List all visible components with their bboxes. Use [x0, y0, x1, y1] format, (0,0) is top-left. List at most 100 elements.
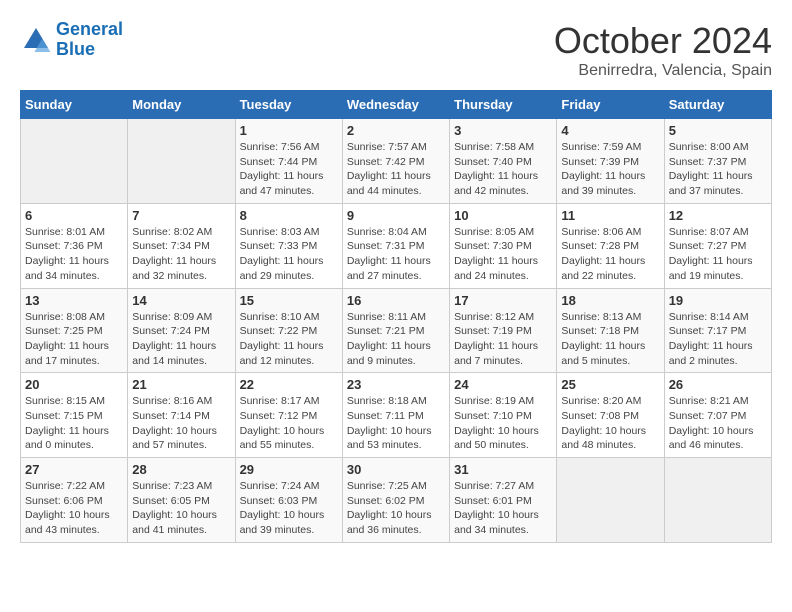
day-number: 15 — [240, 293, 338, 308]
daylight-text: Daylight: 11 hours and 39 minutes. — [561, 170, 645, 197]
sunset-text: Sunset: 7:30 PM — [454, 240, 532, 252]
day-number: 29 — [240, 462, 338, 477]
sunrise-text: Sunrise: 8:07 AM — [669, 226, 749, 238]
sunset-text: Sunset: 6:05 PM — [132, 495, 210, 507]
day-info: Sunrise: 8:14 AM Sunset: 7:17 PM Dayligh… — [669, 310, 767, 369]
day-info: Sunrise: 7:58 AM Sunset: 7:40 PM Dayligh… — [454, 140, 552, 199]
day-number: 19 — [669, 293, 767, 308]
day-info: Sunrise: 8:15 AM Sunset: 7:15 PM Dayligh… — [25, 394, 123, 453]
sunset-text: Sunset: 7:25 PM — [25, 325, 103, 337]
sunrise-text: Sunrise: 8:21 AM — [669, 395, 749, 407]
day-number: 2 — [347, 123, 445, 138]
sunrise-text: Sunrise: 8:10 AM — [240, 311, 320, 323]
sunrise-text: Sunrise: 8:01 AM — [25, 226, 105, 238]
weekday-header-friday: Friday — [557, 91, 664, 119]
calendar-table: SundayMondayTuesdayWednesdayThursdayFrid… — [20, 90, 772, 543]
day-number: 7 — [132, 208, 230, 223]
sunrise-text: Sunrise: 8:18 AM — [347, 395, 427, 407]
sunrise-text: Sunrise: 8:09 AM — [132, 311, 212, 323]
day-info: Sunrise: 8:18 AM Sunset: 7:11 PM Dayligh… — [347, 394, 445, 453]
daylight-text: Daylight: 11 hours and 37 minutes. — [669, 170, 753, 197]
sunrise-text: Sunrise: 7:59 AM — [561, 141, 641, 153]
sunrise-text: Sunrise: 8:05 AM — [454, 226, 534, 238]
daylight-text: Daylight: 11 hours and 17 minutes. — [25, 340, 109, 367]
day-number: 26 — [669, 377, 767, 392]
day-number: 20 — [25, 377, 123, 392]
sunset-text: Sunset: 7:10 PM — [454, 410, 532, 422]
sunset-text: Sunset: 7:31 PM — [347, 240, 425, 252]
title-block: October 2024 Benirredra, Valencia, Spain — [554, 20, 772, 80]
day-number: 22 — [240, 377, 338, 392]
weekday-header-monday: Monday — [128, 91, 235, 119]
daylight-text: Daylight: 11 hours and 22 minutes. — [561, 255, 645, 282]
daylight-text: Daylight: 10 hours and 36 minutes. — [347, 509, 432, 536]
daylight-text: Daylight: 10 hours and 48 minutes. — [561, 425, 646, 452]
day-number: 21 — [132, 377, 230, 392]
calendar-cell: 12 Sunrise: 8:07 AM Sunset: 7:27 PM Dayl… — [664, 203, 771, 288]
logo-text: General Blue — [56, 20, 123, 60]
calendar-cell — [128, 119, 235, 204]
sunrise-text: Sunrise: 7:58 AM — [454, 141, 534, 153]
day-number: 1 — [240, 123, 338, 138]
day-info: Sunrise: 8:13 AM Sunset: 7:18 PM Dayligh… — [561, 310, 659, 369]
day-number: 3 — [454, 123, 552, 138]
sunrise-text: Sunrise: 8:02 AM — [132, 226, 212, 238]
day-number: 14 — [132, 293, 230, 308]
daylight-text: Daylight: 10 hours and 57 minutes. — [132, 425, 217, 452]
sunset-text: Sunset: 7:39 PM — [561, 156, 639, 168]
sunset-text: Sunset: 7:15 PM — [25, 410, 103, 422]
day-number: 10 — [454, 208, 552, 223]
day-number: 28 — [132, 462, 230, 477]
sunrise-text: Sunrise: 8:12 AM — [454, 311, 534, 323]
daylight-text: Daylight: 11 hours and 19 minutes. — [669, 255, 753, 282]
sunrise-text: Sunrise: 8:19 AM — [454, 395, 534, 407]
calendar-cell: 10 Sunrise: 8:05 AM Sunset: 7:30 PM Dayl… — [450, 203, 557, 288]
calendar-cell: 19 Sunrise: 8:14 AM Sunset: 7:17 PM Dayl… — [664, 288, 771, 373]
daylight-text: Daylight: 11 hours and 5 minutes. — [561, 340, 645, 367]
sunrise-text: Sunrise: 7:22 AM — [25, 480, 105, 492]
day-number: 8 — [240, 208, 338, 223]
sunrise-text: Sunrise: 7:57 AM — [347, 141, 427, 153]
calendar-cell: 30 Sunrise: 7:25 AM Sunset: 6:02 PM Dayl… — [342, 458, 449, 543]
sunset-text: Sunset: 7:36 PM — [25, 240, 103, 252]
daylight-text: Daylight: 11 hours and 42 minutes. — [454, 170, 538, 197]
logo-line1: General — [56, 19, 123, 39]
sunrise-text: Sunrise: 8:17 AM — [240, 395, 320, 407]
calendar-cell — [21, 119, 128, 204]
day-info: Sunrise: 7:25 AM Sunset: 6:02 PM Dayligh… — [347, 479, 445, 538]
sunset-text: Sunset: 7:19 PM — [454, 325, 532, 337]
day-number: 4 — [561, 123, 659, 138]
sunset-text: Sunset: 7:40 PM — [454, 156, 532, 168]
sunrise-text: Sunrise: 8:03 AM — [240, 226, 320, 238]
location-subtitle: Benirredra, Valencia, Spain — [554, 62, 772, 80]
daylight-text: Daylight: 10 hours and 39 minutes. — [240, 509, 325, 536]
sunrise-text: Sunrise: 8:15 AM — [25, 395, 105, 407]
calendar-cell: 17 Sunrise: 8:12 AM Sunset: 7:19 PM Dayl… — [450, 288, 557, 373]
calendar-cell: 13 Sunrise: 8:08 AM Sunset: 7:25 PM Dayl… — [21, 288, 128, 373]
calendar-cell: 20 Sunrise: 8:15 AM Sunset: 7:15 PM Dayl… — [21, 373, 128, 458]
day-info: Sunrise: 8:00 AM Sunset: 7:37 PM Dayligh… — [669, 140, 767, 199]
day-info: Sunrise: 8:09 AM Sunset: 7:24 PM Dayligh… — [132, 310, 230, 369]
calendar-cell: 22 Sunrise: 8:17 AM Sunset: 7:12 PM Dayl… — [235, 373, 342, 458]
calendar-week-row: 27 Sunrise: 7:22 AM Sunset: 6:06 PM Dayl… — [21, 458, 772, 543]
day-info: Sunrise: 7:23 AM Sunset: 6:05 PM Dayligh… — [132, 479, 230, 538]
daylight-text: Daylight: 10 hours and 41 minutes. — [132, 509, 217, 536]
calendar-cell — [664, 458, 771, 543]
logo-icon — [20, 24, 52, 56]
day-number: 18 — [561, 293, 659, 308]
day-info: Sunrise: 8:08 AM Sunset: 7:25 PM Dayligh… — [25, 310, 123, 369]
day-info: Sunrise: 8:01 AM Sunset: 7:36 PM Dayligh… — [25, 225, 123, 284]
sunset-text: Sunset: 7:08 PM — [561, 410, 639, 422]
sunrise-text: Sunrise: 8:06 AM — [561, 226, 641, 238]
day-number: 25 — [561, 377, 659, 392]
daylight-text: Daylight: 11 hours and 7 minutes. — [454, 340, 538, 367]
daylight-text: Daylight: 10 hours and 50 minutes. — [454, 425, 539, 452]
calendar-cell: 3 Sunrise: 7:58 AM Sunset: 7:40 PM Dayli… — [450, 119, 557, 204]
day-number: 30 — [347, 462, 445, 477]
day-info: Sunrise: 8:17 AM Sunset: 7:12 PM Dayligh… — [240, 394, 338, 453]
daylight-text: Daylight: 11 hours and 0 minutes. — [25, 425, 109, 452]
daylight-text: Daylight: 10 hours and 43 minutes. — [25, 509, 110, 536]
day-info: Sunrise: 7:59 AM Sunset: 7:39 PM Dayligh… — [561, 140, 659, 199]
sunset-text: Sunset: 7:28 PM — [561, 240, 639, 252]
day-info: Sunrise: 8:06 AM Sunset: 7:28 PM Dayligh… — [561, 225, 659, 284]
